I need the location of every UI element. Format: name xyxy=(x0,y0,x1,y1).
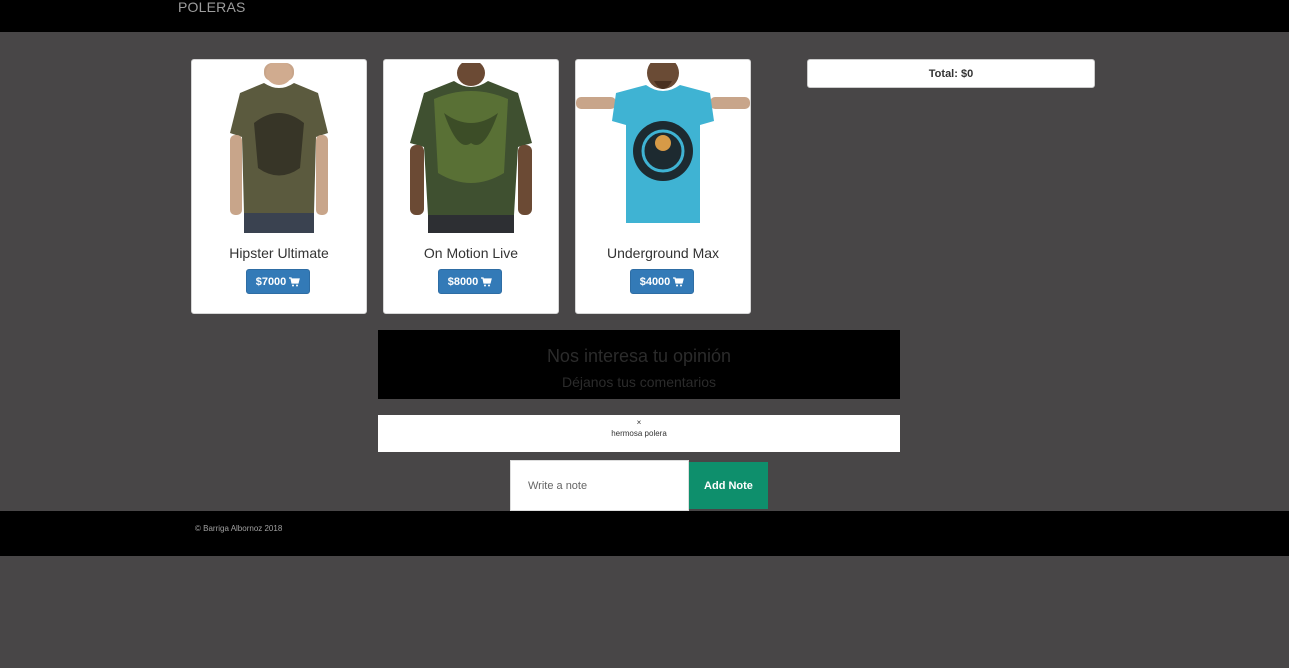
note-input[interactable] xyxy=(510,460,689,511)
price-label: $7000 xyxy=(255,275,287,288)
price-label: $8000 xyxy=(447,275,479,288)
product-name: Hipster Ultimate xyxy=(229,245,329,261)
add-to-cart-button[interactable]: $8000 xyxy=(438,269,502,294)
shopping-cart-icon xyxy=(673,276,685,287)
navbar: POLERAS xyxy=(0,0,1289,32)
shopping-cart-icon xyxy=(481,276,493,287)
feedback-banner: Nos interesa tu opinión Déjanos tus come… xyxy=(378,330,900,399)
feedback-subtitle: Déjanos tus comentarios xyxy=(561,374,717,390)
product-image xyxy=(576,63,750,223)
note-item: × hermosa polera xyxy=(378,415,900,452)
product-name: Underground Max xyxy=(606,245,720,261)
cart-total: Total: $0 xyxy=(807,59,1095,88)
product-card-hipster-ultimate: Hipster Ultimate $7000 xyxy=(191,59,367,314)
product-image xyxy=(410,63,532,233)
product-card-on-motion-live: On Motion Live $8000 xyxy=(383,59,559,314)
add-to-cart-button[interactable]: $4000 xyxy=(630,269,694,294)
add-to-cart-button[interactable]: $7000 xyxy=(246,269,310,294)
brand-link[interactable]: POLERAS xyxy=(178,0,246,15)
product-image xyxy=(230,63,328,233)
add-note-button[interactable]: Add Note xyxy=(689,462,768,509)
note-text: hermosa polera xyxy=(611,429,667,438)
cart-total-label: Total: $0 xyxy=(928,67,974,80)
product-name: On Motion Live xyxy=(423,245,519,261)
feedback-title: Nos interesa tu opinión xyxy=(546,346,732,366)
delete-note-icon[interactable]: × xyxy=(378,418,900,427)
price-label: $4000 xyxy=(639,275,671,288)
footer: © Barriga Albornoz 2018 xyxy=(0,511,1289,556)
product-card-underground-max: Underground Max $4000 xyxy=(575,59,751,314)
copyright-text: © Barriga Albornoz 2018 xyxy=(195,524,283,533)
shopping-cart-icon xyxy=(289,276,301,287)
